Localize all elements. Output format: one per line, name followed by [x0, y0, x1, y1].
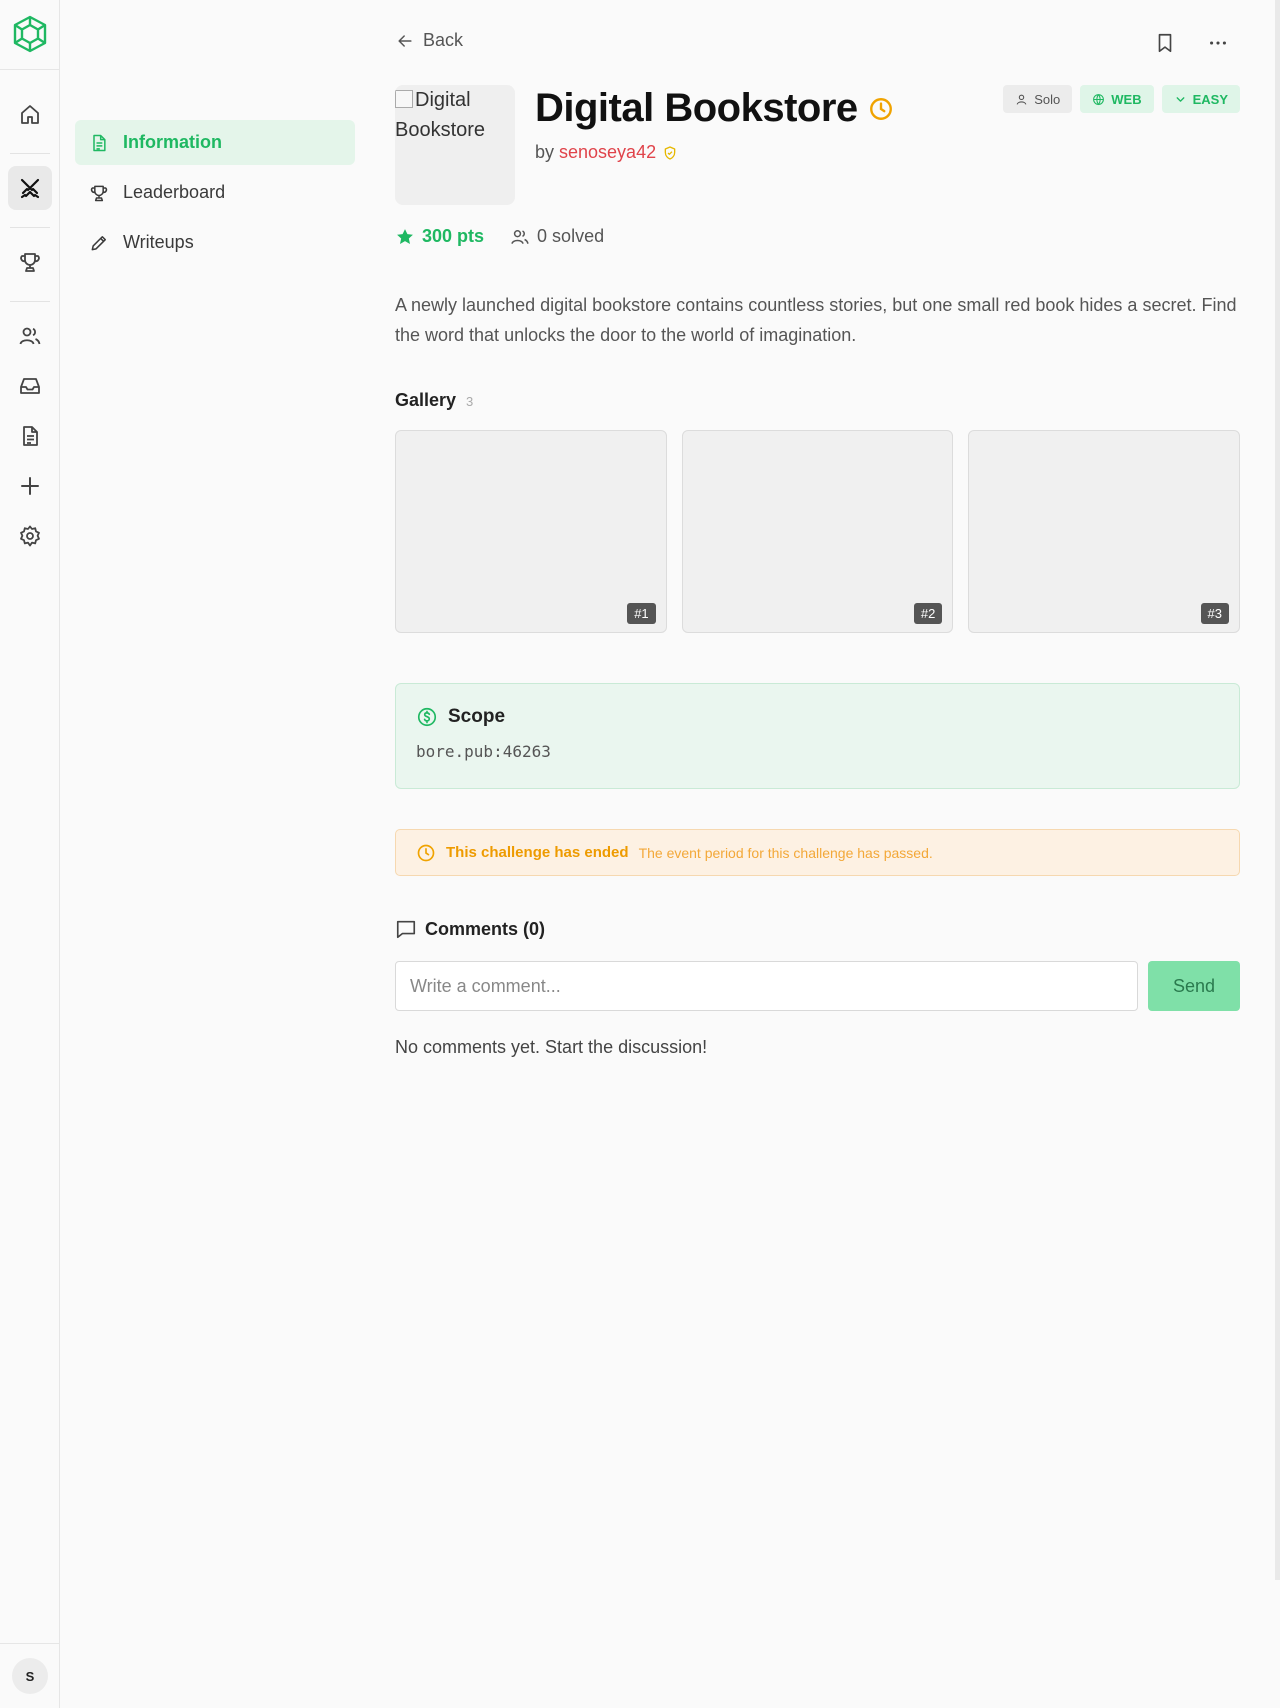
users-icon[interactable]	[8, 314, 52, 358]
scope-address[interactable]: bore.pub:46263	[416, 742, 1219, 761]
author-link[interactable]: senoseya42	[559, 142, 656, 163]
gallery-count: 3	[466, 394, 474, 409]
pencil-icon	[91, 235, 106, 250]
subnav-item-label: Leaderboard	[123, 182, 226, 202]
subnav-item-information[interactable]: Information	[75, 120, 355, 165]
tag-label: WEB	[1111, 91, 1142, 107]
clock-icon	[869, 97, 892, 120]
scrollbar[interactable]	[1275, 0, 1280, 1580]
challenge-thumbnail: Digital Bookstore	[395, 85, 515, 205]
gallery-image[interactable]: #1	[395, 430, 667, 633]
star-icon	[397, 228, 413, 244]
points: 300 pts	[395, 226, 484, 247]
gallery-image[interactable]: #3	[968, 430, 1241, 633]
tag-easy: EASY	[1161, 85, 1240, 113]
swords-icon[interactable]	[8, 166, 52, 210]
rail-divider	[10, 153, 50, 154]
gallery-title: Gallery	[395, 390, 457, 410]
comment-input[interactable]	[395, 961, 1138, 1011]
gallery-image[interactable]: #2	[681, 430, 954, 633]
author-prefix: by	[535, 142, 555, 162]
avatar[interactable]: S	[12, 1658, 48, 1694]
scope-panel: Scope bore.pub:46263	[395, 683, 1240, 789]
page-title: Digital Bookstore	[535, 86, 894, 131]
plus-icon[interactable]	[8, 464, 52, 508]
tag-label: Solo	[1034, 91, 1061, 107]
subnav-item-writeups[interactable]: Writeups	[75, 220, 355, 265]
arrow-left-icon	[398, 34, 412, 47]
comment-icon	[396, 920, 416, 939]
gallery: #1 #2 #3	[395, 430, 1241, 633]
scope-heading: Scope	[416, 706, 1219, 728]
rail-divider	[10, 301, 50, 302]
bookmark-icon[interactable]	[1152, 30, 1178, 56]
gallery-heading: Gallery 3	[395, 390, 473, 411]
broken-image-icon	[395, 90, 413, 108]
more-options-icon[interactable]	[1205, 30, 1231, 56]
gallery-image-number: #1	[627, 603, 656, 624]
user-icon	[1016, 94, 1027, 105]
scope-title: Scope	[448, 706, 506, 727]
subnav-item-leaderboard[interactable]: Leaderboard	[75, 170, 355, 215]
subnav-item-label: Information	[123, 132, 222, 152]
comments-empty-text: No comments yet. Start the discussion!	[395, 1037, 708, 1057]
notice-subtitle: The event period for this challenge has …	[638, 844, 933, 861]
clock-icon	[417, 844, 435, 861]
gallery-image-number: #3	[1200, 603, 1230, 624]
rail-divider	[10, 227, 50, 228]
tag-web: WEB	[1080, 85, 1154, 113]
tag-label: EASY	[1192, 91, 1228, 107]
subnav-item-label: Writeups	[123, 232, 194, 252]
dollar-circle-icon	[417, 707, 437, 727]
document-icon	[93, 134, 106, 151]
challenge-subnav: Information Leaderboard Writeups	[75, 120, 355, 270]
inbox-icon[interactable]	[8, 364, 52, 408]
trophy-icon	[90, 185, 108, 201]
users-icon	[511, 229, 529, 244]
challenge-description: A newly launched digital bookstore conta…	[395, 295, 1237, 345]
rail-divider	[0, 1643, 60, 1644]
back-button[interactable]: Back	[395, 30, 463, 51]
gear-icon[interactable]	[8, 514, 52, 558]
logo-icon[interactable]	[12, 14, 48, 54]
back-label: Back	[423, 30, 464, 50]
comments-title: Comments (0)	[425, 918, 546, 939]
trophy-icon[interactable]	[8, 240, 52, 284]
icon-rail: S	[0, 0, 60, 1708]
rail-divider	[0, 69, 60, 70]
challenge-title: Digital Bookstore	[535, 86, 858, 130]
send-button[interactable]: Send	[1148, 961, 1240, 1011]
comments-heading: Comments (0)	[395, 918, 545, 940]
document-icon[interactable]	[8, 414, 52, 458]
verified-shield-icon	[664, 145, 676, 160]
chevron-down-icon	[1176, 96, 1185, 102]
challenge-stats: 300 pts 0 solved	[395, 226, 604, 247]
tag-solo: Solo	[1003, 85, 1073, 113]
notice-title: This challenge has ended	[446, 844, 629, 861]
gallery-image-number: #2	[913, 603, 943, 624]
challenge-tags: Solo WEB EASY	[1003, 85, 1240, 113]
globe-icon	[1093, 93, 1105, 105]
solved-value: 0 solved	[537, 226, 605, 246]
author-line: by senoseya42	[535, 142, 678, 163]
challenge-ended-notice: This challenge has ended The event perio…	[395, 829, 1240, 876]
points-value: 300 pts	[422, 226, 485, 246]
home-icon[interactable]	[8, 93, 52, 137]
solved-count: 0 solved	[510, 226, 604, 247]
